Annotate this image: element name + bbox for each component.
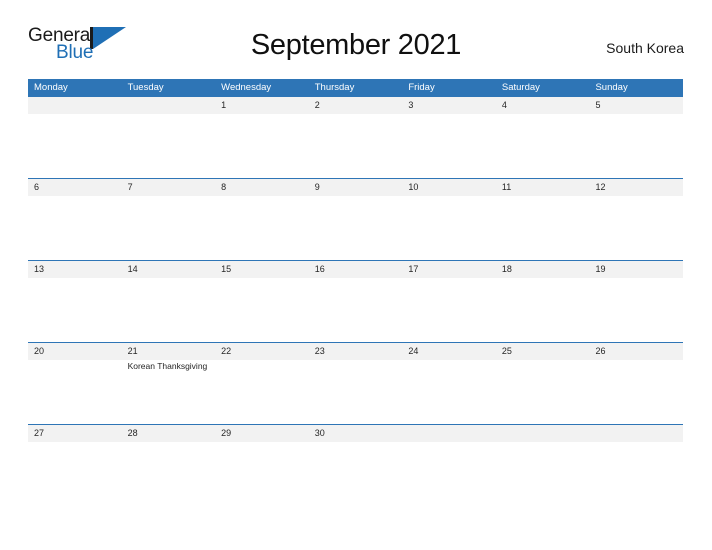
week-date-band: 27 28 29 30 bbox=[28, 424, 683, 442]
day-cell[interactable] bbox=[28, 114, 122, 178]
date-number[interactable] bbox=[496, 425, 590, 442]
day-cell[interactable] bbox=[496, 196, 590, 260]
week-date-band: 1 2 3 4 5 bbox=[28, 96, 683, 114]
day-header-thursday: Thursday bbox=[314, 82, 355, 93]
day-cell[interactable] bbox=[215, 360, 309, 424]
week-event-band bbox=[28, 196, 683, 260]
day-cell[interactable] bbox=[589, 196, 683, 260]
day-cell[interactable] bbox=[402, 442, 496, 494]
day-cell[interactable] bbox=[309, 278, 403, 342]
date-number[interactable]: 9 bbox=[309, 179, 403, 196]
day-of-week-header-row: Monday Tuesday Wednesday Thursday Friday… bbox=[28, 79, 683, 96]
week-event-band bbox=[28, 114, 683, 178]
day-header-monday: Monday bbox=[34, 82, 68, 93]
date-number[interactable]: 10 bbox=[402, 179, 496, 196]
week-date-band: 6 7 8 9 10 11 12 bbox=[28, 178, 683, 196]
day-cell[interactable] bbox=[215, 196, 309, 260]
week-event-band bbox=[28, 442, 683, 494]
day-cell[interactable] bbox=[28, 442, 122, 494]
day-cell[interactable] bbox=[496, 278, 590, 342]
calendar-week-row: 1 2 3 4 5 bbox=[28, 96, 683, 178]
day-cell[interactable] bbox=[496, 442, 590, 494]
day-cell[interactable] bbox=[589, 442, 683, 494]
date-number[interactable]: 18 bbox=[496, 261, 590, 278]
page-title: September 2021 bbox=[250, 29, 462, 61]
day-cell[interactable] bbox=[28, 278, 122, 342]
date-number[interactable]: 6 bbox=[28, 179, 122, 196]
date-number[interactable] bbox=[122, 97, 216, 114]
calendar-week-row: 13 14 15 16 17 18 19 bbox=[28, 260, 683, 342]
day-cell[interactable] bbox=[309, 360, 403, 424]
day-header-wednesday: Wednesday bbox=[221, 82, 272, 93]
day-cell[interactable] bbox=[122, 196, 216, 260]
date-number[interactable]: 28 bbox=[122, 425, 216, 442]
date-number[interactable] bbox=[402, 425, 496, 442]
calendar-week-row: 6 7 8 9 10 11 12 bbox=[28, 178, 683, 260]
day-header-friday: Friday bbox=[408, 82, 435, 93]
date-number[interactable]: 24 bbox=[402, 343, 496, 360]
date-number[interactable]: 25 bbox=[496, 343, 590, 360]
calendar-event[interactable]: Korean Thanksgiving bbox=[128, 361, 212, 373]
day-cell[interactable] bbox=[122, 278, 216, 342]
day-cell[interactable] bbox=[496, 114, 590, 178]
day-cell[interactable] bbox=[28, 196, 122, 260]
day-header-sunday: Sunday bbox=[595, 82, 628, 93]
calendar-grid: Monday Tuesday Wednesday Thursday Friday… bbox=[28, 79, 683, 494]
day-cell[interactable] bbox=[402, 360, 496, 424]
calendar-week-row: 27 28 29 30 bbox=[28, 424, 683, 494]
date-number[interactable] bbox=[589, 425, 683, 442]
day-cell[interactable] bbox=[309, 442, 403, 494]
day-cell[interactable] bbox=[215, 442, 309, 494]
day-cell[interactable] bbox=[28, 360, 122, 424]
date-number[interactable]: 30 bbox=[309, 425, 403, 442]
date-number[interactable]: 14 bbox=[122, 261, 216, 278]
calendar-week-row: 20 21 22 23 24 25 26 Korean Thanksgiving bbox=[28, 342, 683, 424]
date-number[interactable]: 15 bbox=[215, 261, 309, 278]
day-cell[interactable] bbox=[402, 114, 496, 178]
day-header-saturday: Saturday bbox=[501, 82, 540, 93]
date-number[interactable]: 16 bbox=[309, 261, 403, 278]
day-cell[interactable] bbox=[496, 360, 590, 424]
day-cell[interactable] bbox=[309, 196, 403, 260]
day-cell[interactable] bbox=[215, 114, 309, 178]
date-number[interactable]: 5 bbox=[589, 97, 683, 114]
day-cell[interactable]: Korean Thanksgiving bbox=[122, 360, 216, 424]
date-number[interactable]: 3 bbox=[402, 97, 496, 114]
day-cell[interactable] bbox=[589, 114, 683, 178]
date-number[interactable]: 1 bbox=[215, 97, 309, 114]
week-event-band: Korean Thanksgiving bbox=[28, 360, 683, 424]
day-cell[interactable] bbox=[589, 278, 683, 342]
date-number[interactable]: 27 bbox=[28, 425, 122, 442]
week-date-band: 13 14 15 16 17 18 19 bbox=[28, 260, 683, 278]
date-number[interactable]: 11 bbox=[496, 179, 590, 196]
date-number[interactable]: 26 bbox=[589, 343, 683, 360]
calendar-page: General Blue September 2021 South Korea … bbox=[0, 0, 712, 550]
date-number[interactable]: 2 bbox=[309, 97, 403, 114]
date-number[interactable]: 4 bbox=[496, 97, 590, 114]
date-number[interactable]: 22 bbox=[215, 343, 309, 360]
date-number[interactable] bbox=[28, 97, 122, 114]
week-event-band bbox=[28, 278, 683, 342]
date-number[interactable]: 13 bbox=[28, 261, 122, 278]
date-number[interactable]: 17 bbox=[402, 261, 496, 278]
date-number[interactable]: 19 bbox=[589, 261, 683, 278]
date-number[interactable]: 12 bbox=[589, 179, 683, 196]
week-date-band: 20 21 22 23 24 25 26 bbox=[28, 342, 683, 360]
day-cell[interactable] bbox=[402, 278, 496, 342]
day-cell[interactable] bbox=[122, 442, 216, 494]
day-cell[interactable] bbox=[309, 114, 403, 178]
day-header-tuesday: Tuesday bbox=[127, 82, 164, 93]
date-number[interactable]: 8 bbox=[215, 179, 309, 196]
page-header: General Blue September 2021 South Korea bbox=[28, 24, 684, 70]
day-cell[interactable] bbox=[122, 114, 216, 178]
location-label: South Korea bbox=[606, 40, 684, 56]
date-number[interactable]: 20 bbox=[28, 343, 122, 360]
date-number[interactable]: 29 bbox=[215, 425, 309, 442]
date-number[interactable]: 23 bbox=[309, 343, 403, 360]
date-number[interactable]: 7 bbox=[122, 179, 216, 196]
date-number[interactable]: 21 bbox=[122, 343, 216, 360]
day-cell[interactable] bbox=[215, 278, 309, 342]
day-cell[interactable] bbox=[402, 196, 496, 260]
day-cell[interactable] bbox=[589, 360, 683, 424]
